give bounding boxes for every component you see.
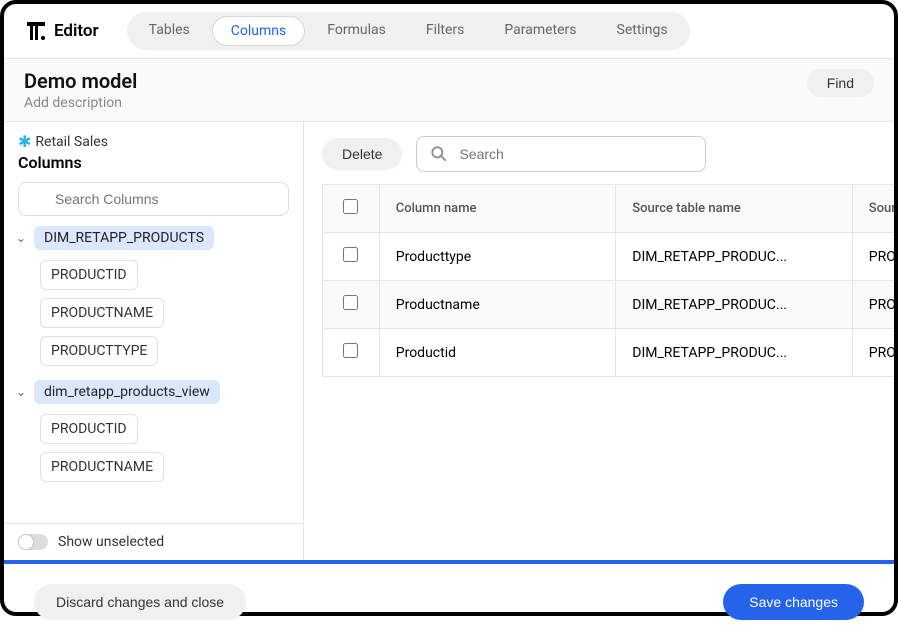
app-title: Editor [54, 21, 99, 41]
table-row: Productname DIM_RETAPP_PRODUC... PRODUCT… [323, 281, 895, 329]
cell-source-column: PRODUCTTYPE [852, 233, 894, 281]
discard-button[interactable]: Discard changes and close [34, 584, 246, 620]
app-logo-icon [24, 19, 48, 43]
model-info: Demo model Add description [24, 69, 137, 111]
cell-source-table: DIM_RETAPP_PRODUC... [616, 233, 853, 281]
tab-settings[interactable]: Settings [599, 16, 686, 46]
tree-leaf[interactable]: PRODUCTNAME [40, 298, 164, 328]
tree-group-header[interactable]: ⌄ dim_retapp_products_view [16, 380, 291, 404]
column-tree: ⌄ DIM_RETAPP_PRODUCTS PRODUCTID PRODUCTN… [4, 226, 303, 523]
cell-column-name[interactable]: Productname [379, 281, 616, 329]
row-checkbox[interactable] [343, 295, 358, 310]
tree-leaf[interactable]: PRODUCTTYPE [40, 336, 158, 366]
connection-name: Retail Sales [35, 134, 108, 150]
subheader: Demo model Add description Find [4, 59, 894, 122]
content-search-input[interactable] [416, 136, 706, 172]
tab-filters[interactable]: Filters [408, 16, 483, 46]
sidebar-header: ✱ Retail Sales Columns [4, 122, 303, 182]
tab-tables[interactable]: Tables [131, 16, 208, 46]
sidebar-search-container [4, 182, 303, 226]
chevron-down-icon: ⌄ [16, 231, 28, 245]
content-controls: Delete [322, 136, 894, 172]
select-all-cell [323, 185, 380, 233]
main-area: ✱ Retail Sales Columns ⌄ DIM_RETAPP_PROD… [4, 122, 894, 560]
table-header-row: Column name Source table name Source col… [323, 185, 895, 233]
tree-group-name: DIM_RETAPP_PRODUCTS [34, 226, 214, 250]
columns-table: Column name Source table name Source col… [322, 184, 894, 377]
footer: Discard changes and close Save changes [4, 564, 894, 640]
model-description[interactable]: Add description [24, 95, 137, 111]
cell-column-name[interactable]: Productid [379, 329, 616, 377]
columns-table-wrap: Column name Source table name Source col… [322, 184, 894, 377]
cell-source-column: PRODUCTNAME [852, 281, 894, 329]
search-icon [430, 145, 448, 163]
select-all-checkbox[interactable] [343, 199, 358, 214]
row-checkbox[interactable] [343, 343, 358, 358]
toggle-label: Show unselected [58, 534, 164, 550]
tree-leaf[interactable]: PRODUCTNAME [40, 452, 164, 482]
cell-source-table: DIM_RETAPP_PRODUC... [616, 329, 853, 377]
nav-tabs: Tables Columns Formulas Filters Paramete… [127, 12, 690, 50]
connection-label: ✱ Retail Sales [18, 132, 289, 151]
app-logo: Editor [24, 19, 115, 43]
delete-button[interactable]: Delete [322, 138, 402, 170]
table-row: Producttype DIM_RETAPP_PRODUC... PRODUCT… [323, 233, 895, 281]
sidebar: ✱ Retail Sales Columns ⌄ DIM_RETAPP_PROD… [4, 122, 304, 560]
chevron-down-icon: ⌄ [16, 385, 28, 399]
tree-group-header[interactable]: ⌄ DIM_RETAPP_PRODUCTS [16, 226, 291, 250]
tree-group: ⌄ dim_retapp_products_view PRODUCTID PRO… [16, 380, 291, 482]
snowflake-icon: ✱ [18, 132, 31, 151]
sidebar-footer: Show unselected [4, 523, 303, 560]
th-source-table[interactable]: Source table name [616, 185, 853, 233]
tab-formulas[interactable]: Formulas [309, 16, 404, 46]
th-column-name[interactable]: Column name [379, 185, 616, 233]
row-checkbox[interactable] [343, 247, 358, 262]
top-header: Editor Tables Columns Formulas Filters P… [4, 4, 894, 59]
th-source-column[interactable]: Source column name [852, 185, 894, 233]
cell-source-column: PRODUCTID [852, 329, 894, 377]
cell-source-table: DIM_RETAPP_PRODUC... [616, 281, 853, 329]
tree-leaf[interactable]: PRODUCTID [40, 414, 138, 444]
content-panel: Delete Column name Source table name Sou… [304, 122, 894, 560]
tree-group: ⌄ DIM_RETAPP_PRODUCTS PRODUCTID PRODUCTN… [16, 226, 291, 366]
save-button[interactable]: Save changes [723, 584, 864, 620]
cell-column-name[interactable]: Producttype [379, 233, 616, 281]
tree-leaf[interactable]: PRODUCTID [40, 260, 138, 290]
sidebar-section-title: Columns [18, 153, 289, 172]
show-unselected-toggle[interactable] [18, 534, 48, 550]
sidebar-search-input[interactable] [18, 182, 289, 216]
table-row: Productid DIM_RETAPP_PRODUC... PRODUCTID [323, 329, 895, 377]
tab-parameters[interactable]: Parameters [486, 16, 594, 46]
tree-group-name: dim_retapp_products_view [34, 380, 220, 404]
tab-columns[interactable]: Columns [212, 16, 305, 46]
model-title: Demo model [24, 69, 137, 93]
find-button[interactable]: Find [807, 69, 874, 97]
